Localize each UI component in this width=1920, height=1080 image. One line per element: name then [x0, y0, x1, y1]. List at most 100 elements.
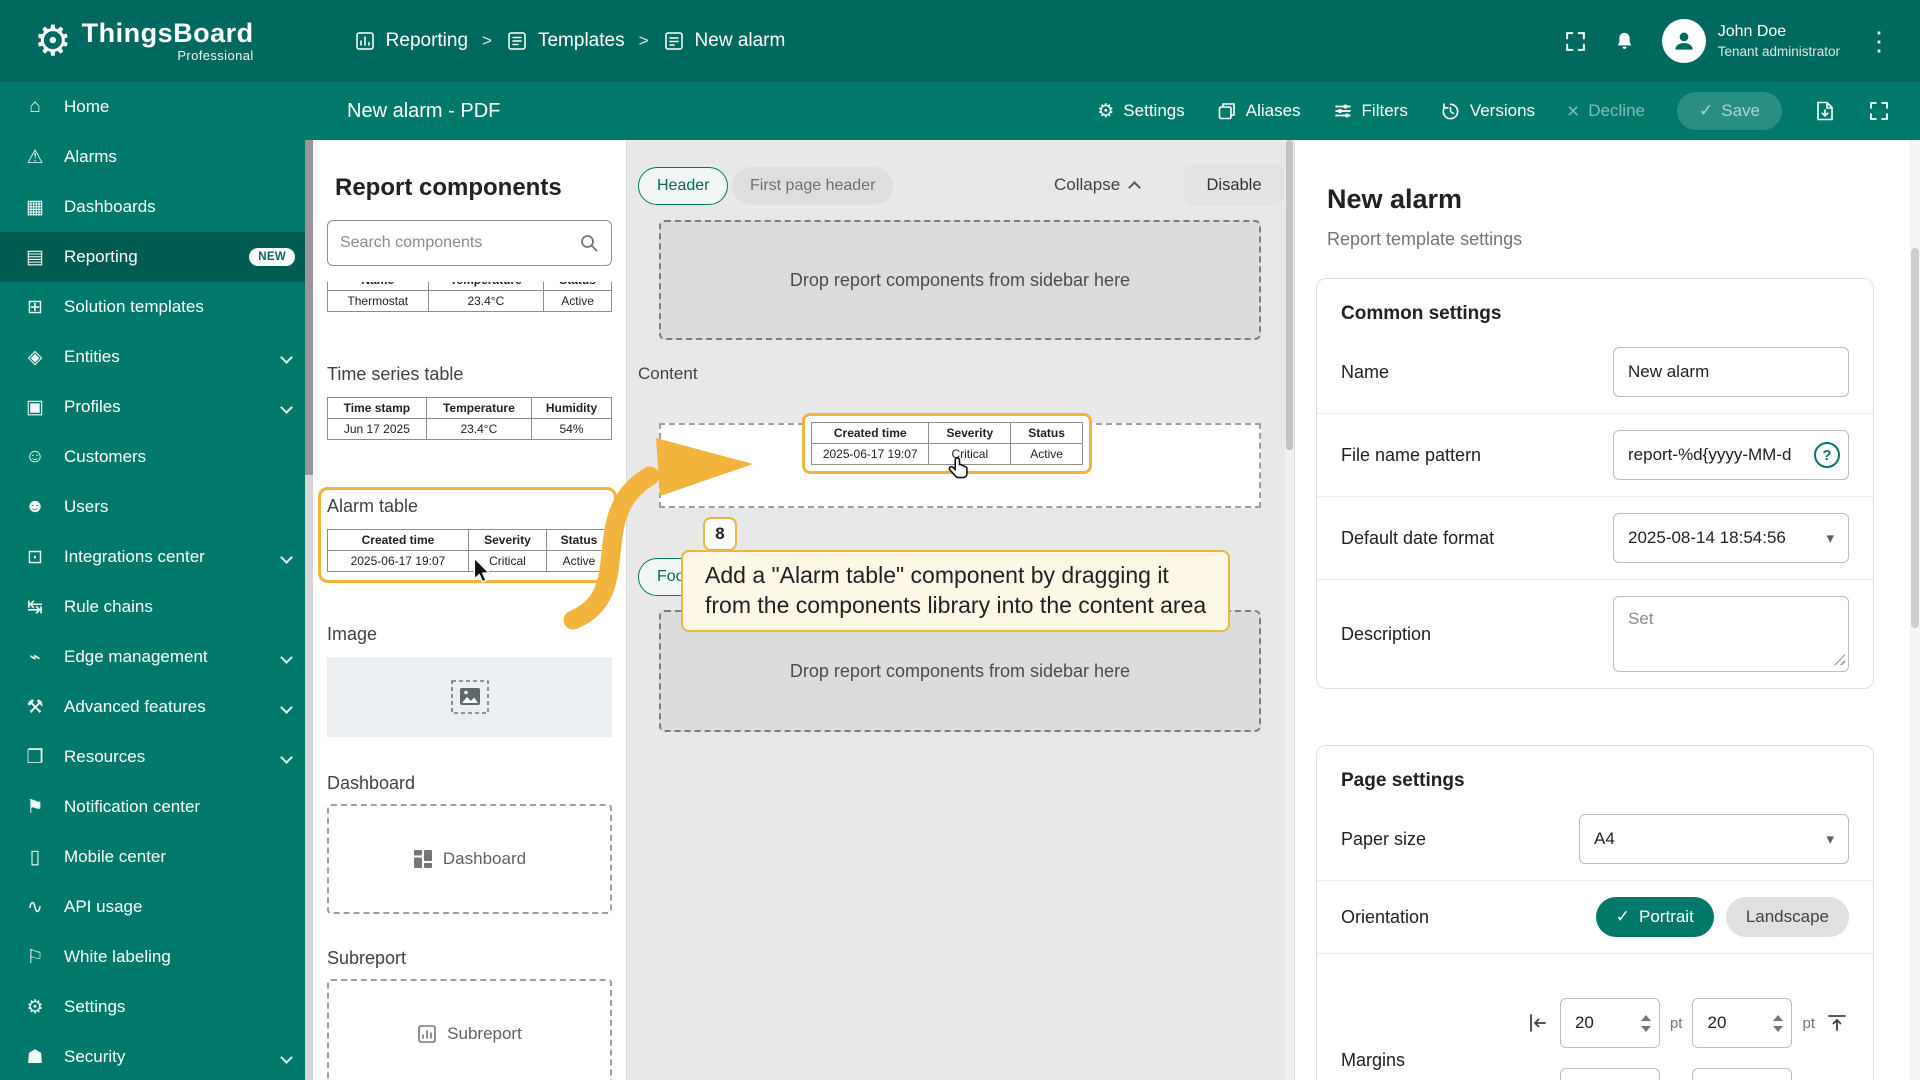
sidebar-item-label: Home [64, 97, 110, 116]
canvas-scrollbar[interactable] [1285, 140, 1294, 1080]
chevron-down-icon [280, 750, 293, 764]
search-box[interactable] [327, 220, 612, 266]
decline-button[interactable]: × Decline [1567, 101, 1645, 122]
time-series-table-label: Time series table [327, 364, 464, 384]
sidebar-item-customers[interactable]: ☺ Customers [0, 432, 313, 482]
chevron-down-icon [280, 650, 293, 664]
image-component[interactable] [327, 657, 612, 737]
chevron-up-icon [1128, 181, 1142, 194]
sidebar-item-profiles[interactable]: ▣ Profiles [0, 382, 313, 432]
help-icon[interactable]: ? [1814, 442, 1840, 468]
search-input[interactable] [340, 234, 579, 252]
stepper-down-icon[interactable] [1773, 1025, 1784, 1032]
sidebar-item-reporting[interactable]: ▤ Reporting NEW [0, 232, 313, 282]
chevron-down-icon: ▾ [1826, 530, 1834, 547]
sidebar-item-security[interactable]: ☗ Security [0, 1032, 313, 1080]
date-format-row: Default date format 2025-08-14 18:54:56 … [1317, 496, 1873, 579]
generate-report-button[interactable] [1814, 100, 1836, 122]
portrait-toggle[interactable]: ✓ Portrait [1595, 897, 1714, 937]
settings-label: Settings [1123, 101, 1185, 120]
scrollbar-thumb[interactable] [305, 140, 313, 475]
alarm-table-component[interactable]: Created time Severity Status 2025-06-17 19… [327, 529, 612, 572]
sidebar-item-entities[interactable]: ◈ Entities [0, 332, 313, 382]
sidebar-item-edge-management[interactable]: ⌁ Edge management [0, 632, 313, 682]
disable-button[interactable]: Disable [1184, 164, 1284, 206]
portrait-label: Portrait [1639, 907, 1694, 926]
check-icon: ✓ [1699, 101, 1714, 120]
breadcrumb-templates[interactable]: Templates [506, 30, 625, 52]
name-input[interactable] [1613, 347, 1849, 397]
subreport-icon [418, 1025, 436, 1043]
margin-left-stepper[interactable]: 20 [1559, 998, 1660, 1048]
breadcrumb-reporting[interactable]: Reporting [354, 30, 468, 52]
sidebar-item-white-labeling[interactable]: ⚐ White labeling [0, 932, 313, 982]
sidebar-item-alarms[interactable]: ⚠ Alarms [0, 132, 313, 182]
tab-first-page-header[interactable]: First page header [732, 167, 894, 205]
dragged-alarm-table[interactable]: Created time Severity Status 2025-06-17 19… [802, 413, 1092, 479]
user-menu[interactable]: John Doe Tenant administrator [1661, 19, 1840, 63]
header-dropzone[interactable]: Drop report components from sidebar here [659, 220, 1261, 340]
table-cell: 2025-06-17 19:07 [327, 550, 469, 572]
sidebar-item-integrations-center[interactable]: ⊡ Integrations center [0, 532, 313, 582]
sidebar-item-dashboards[interactable]: ▦ Dashboards [0, 182, 313, 232]
sidebar-item-home[interactable]: ⌂ Home [0, 82, 313, 132]
stepper-down-icon[interactable] [1640, 1025, 1651, 1032]
sidebar-item-solution-templates[interactable]: ⊞ Solution templates [0, 282, 313, 332]
scrollbar-thumb[interactable] [1286, 140, 1293, 450]
fullscreen-button[interactable] [1564, 30, 1587, 53]
sidebar-item-rule-chains[interactable]: ↹ Rule chains [0, 582, 313, 632]
sidebar-item-label: Mobile center [64, 847, 167, 866]
integrations-icon: ⊡ [27, 546, 43, 568]
sidebar-item-notification-center[interactable]: ⚑ Notification center [0, 782, 313, 832]
mobile-icon: ▯ [29, 846, 41, 868]
tab-label: Footer [657, 568, 704, 585]
expand-editor-button[interactable] [1868, 100, 1890, 122]
stepper-up-icon[interactable] [1773, 1014, 1784, 1021]
flag-icon: ⚑ [26, 796, 44, 818]
sidebar-item-label: Alarms [64, 147, 117, 166]
filters-button[interactable]: Filters [1333, 101, 1408, 121]
margin-right-stepper[interactable] [1559, 1068, 1660, 1080]
dashboard-component[interactable]: Dashboard [327, 804, 612, 914]
footer-dropzone[interactable]: Drop report components from sidebar here [659, 610, 1261, 732]
margin-bottom-stepper[interactable] [1692, 1068, 1793, 1080]
sidebar-item-advanced-features[interactable]: ⚒ Advanced features [0, 682, 313, 732]
entity-table-component[interactable]: NameTemperatureStatus Thermostat23.4°CAc… [327, 282, 612, 324]
overflow-menu-button[interactable]: ⋮ [1866, 26, 1892, 57]
collapse-button[interactable]: Collapse [1054, 175, 1142, 195]
breadcrumb-label: Templates [537, 30, 625, 51]
save-button[interactable]: ✓ Save [1677, 92, 1782, 130]
sidebar-item-resources[interactable]: ❐ Resources [0, 732, 313, 782]
aliases-button[interactable]: Aliases [1217, 101, 1301, 121]
breadcrumb-new-alarm[interactable]: New alarm [663, 30, 785, 52]
description-label: Description [1341, 623, 1432, 644]
name-label: Name [1341, 361, 1390, 382]
avatar[interactable] [1661, 19, 1706, 63]
description-textarea[interactable] [1613, 596, 1849, 672]
paper-size-select[interactable]: A4 ▾ [1579, 814, 1849, 864]
chevron-down-icon: ▾ [1826, 831, 1834, 848]
notifications-button[interactable] [1613, 30, 1636, 53]
settings-button[interactable]: ⚙ Settings [1097, 100, 1184, 123]
tab-footer[interactable]: Footer [638, 558, 723, 596]
sidebar-item-mobile-center[interactable]: ▯ Mobile center [0, 832, 313, 882]
subreport-component[interactable]: Subreport [327, 979, 612, 1080]
sidebar-item-api-usage[interactable]: ∿ API usage [0, 882, 313, 932]
table-cell: Critical [467, 550, 548, 572]
bell-icon [1617, 32, 1631, 49]
details-scrollbar[interactable] [1910, 140, 1920, 1080]
tab-header[interactable]: Header [638, 167, 729, 205]
margin-top-stepper[interactable]: 20 [1692, 998, 1793, 1048]
main-navigation: ⌂ Home ⚠ Alarms ▦ Dashboards ▤ Reporting NEW … [0, 82, 313, 1080]
versions-button[interactable]: Versions [1440, 101, 1535, 122]
sidebar-item-settings[interactable]: ⚙ Settings [0, 982, 313, 1032]
scrollbar-thumb[interactable] [1911, 248, 1919, 628]
sidebar-scrollbar[interactable] [305, 140, 313, 1080]
landscape-toggle[interactable]: Landscape [1725, 897, 1849, 937]
chevron-down-icon [280, 700, 293, 714]
date-format-select[interactable]: 2025-08-14 18:54:56 ▾ [1613, 513, 1849, 563]
time-series-table-component[interactable]: Time stamp Temperature Humidity Jun 17 202… [327, 397, 612, 440]
stepper-up-icon[interactable] [1640, 1014, 1651, 1021]
margin-top-icon [1828, 1015, 1846, 1031]
sidebar-item-users[interactable]: ☻ Users [0, 482, 313, 532]
